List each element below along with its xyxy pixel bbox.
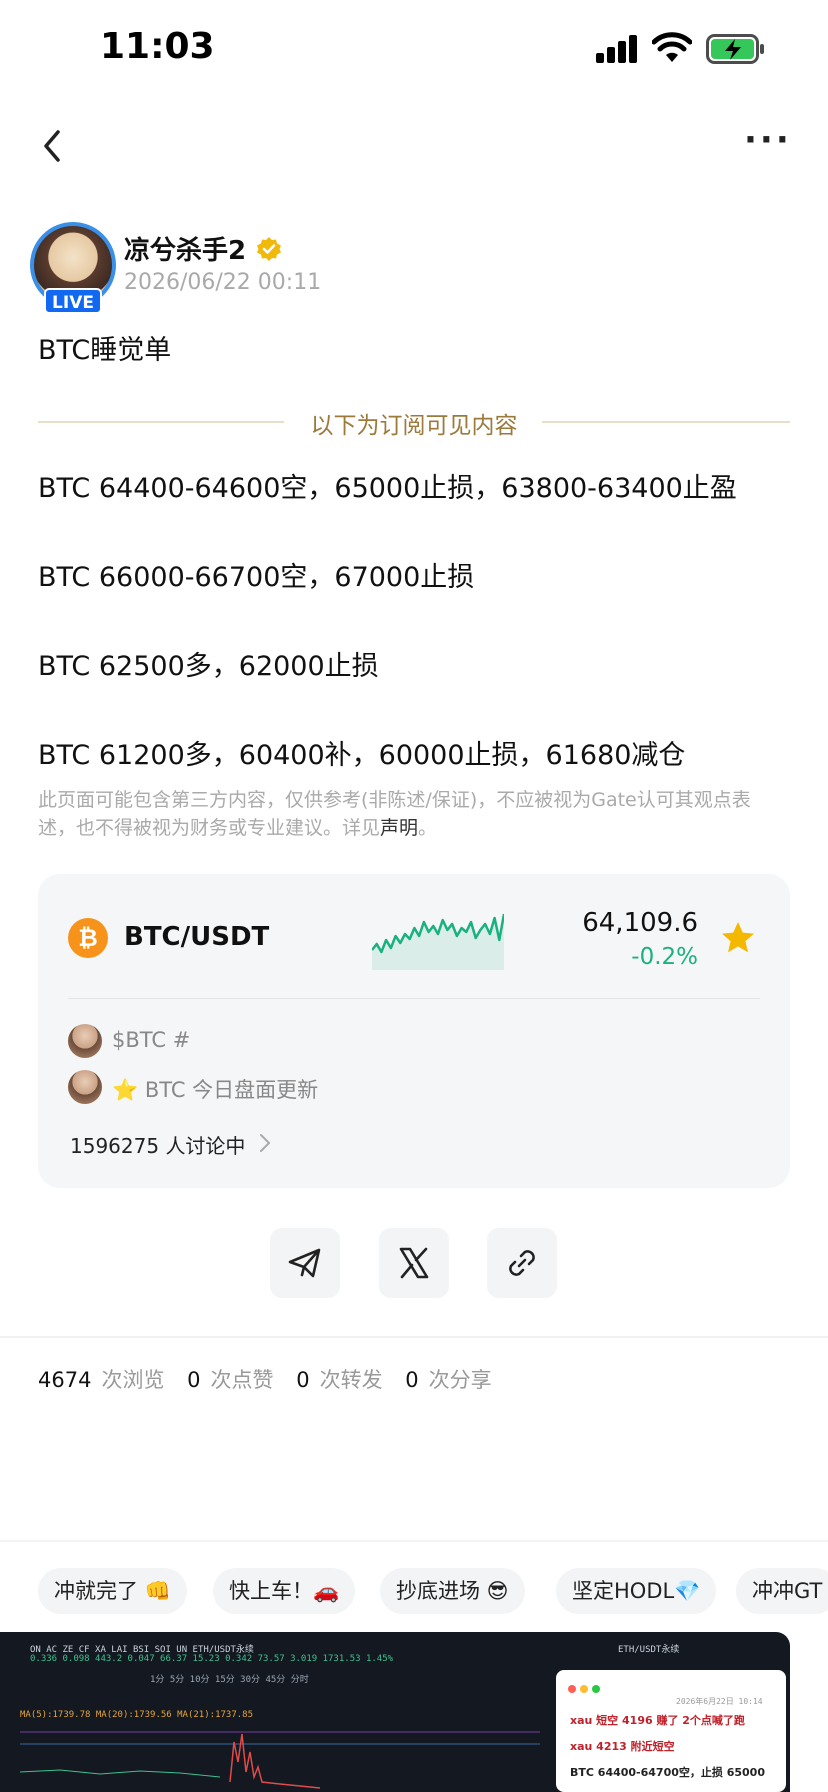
discussion-number: 1596275 (70, 1134, 160, 1158)
ticker-card[interactable]: ₿ BTC/USDT 64,109.6 -0.2% $BTC # ⭐ BTC 今… (38, 874, 790, 1188)
back-button[interactable] (36, 126, 70, 166)
topic-avatar (68, 1024, 102, 1058)
preview-right-title: ETH/USDT永续 (618, 1645, 680, 1655)
topic-tag[interactable]: $BTC # (112, 1028, 190, 1052)
disclaimer-end: 。 (418, 817, 438, 839)
preview-ma-row: MA(5):1739.78 MA(20):1739.56 MA(21):1737… (20, 1710, 253, 1720)
quick-reaction-chip[interactable]: 冲冲GT (736, 1568, 828, 1614)
likes-count: 0 (187, 1368, 201, 1392)
share-x-button[interactable] (379, 1228, 449, 1298)
copy-link-button[interactable] (487, 1228, 557, 1298)
quick-reaction-chip[interactable]: 快上车！🚗 (213, 1568, 356, 1614)
panel-note-line: BTC 64400-64700空，止损 65000 (570, 1766, 765, 1779)
discussion-count[interactable]: 1596275 人讨论中 (70, 1130, 245, 1159)
card-separator (68, 998, 760, 999)
preview-note-panel: 2026年6月22日 10:14 xau 短空 4196 赚了 2个点喊了跑 x… (556, 1670, 786, 1792)
divider-right (542, 421, 790, 423)
views-count: 4674 (38, 1368, 92, 1392)
link-icon (509, 1250, 535, 1276)
star-emoji-icon: ⭐ (112, 1078, 139, 1102)
share-telegram-button[interactable] (270, 1228, 340, 1298)
x-icon (399, 1247, 429, 1279)
preview-candles (20, 1731, 540, 1789)
status-time: 11:03 (100, 26, 215, 67)
quick-reaction-chip[interactable]: 冲就完了 👊 (38, 1568, 187, 1614)
subscriber-divider-label: 以下为订阅可见内容 (310, 413, 518, 439)
ticker-change: -0.2% (631, 944, 698, 970)
disclaimer-link[interactable]: 声明 (380, 817, 418, 839)
post-line: BTC 62500多，62000止损 (38, 651, 379, 682)
verified-badge-icon (257, 237, 281, 261)
post-line: BTC 61200多，60400补，60000止损，61680减仓 (38, 740, 686, 771)
ticker-pair: BTC/USDT (124, 922, 270, 952)
sparkline-area (372, 914, 504, 970)
price-sparkline (372, 913, 504, 970)
panel-date: 2026年6月22日 10:14 (676, 1697, 763, 1706)
preview-values-row: 0.336 0.098 443.2 0.047 66.37 15.23 0.34… (30, 1654, 394, 1664)
status-bar: 11:03 (0, 0, 828, 100)
favorite-star-icon[interactable] (720, 920, 756, 956)
panel-note-line: xau 短空 4196 赚了 2个点喊了跑 (570, 1714, 745, 1727)
reposts-count: 0 (296, 1368, 310, 1392)
live-badge: LIVE (44, 288, 102, 314)
more-options-button[interactable]: ··· (744, 123, 792, 166)
post-title: BTC睡觉单 (38, 335, 172, 366)
disclaimer: 此页面可能包含第三方内容，仅供参考(非陈述/保证)，不应被视为Gate认可其观点… (38, 786, 778, 842)
shares-count: 0 (405, 1368, 419, 1392)
preview-tabs-row: 1分 5分 10分 15分 30分 45分 分时 (150, 1675, 309, 1685)
section-separator (0, 1540, 828, 1542)
telegram-icon (288, 1248, 321, 1278)
window-controls (568, 1678, 604, 1697)
discussion-label: 人讨论中 (165, 1134, 246, 1158)
attached-image-preview[interactable]: ON AC ZE CF XA LAI BSI SOI UN ETH/USDT永续… (0, 1632, 790, 1792)
post-stats: 4674 次浏览 0 次点赞 0 次转发 0 次分享 (38, 1364, 508, 1394)
chevron-right-icon (260, 1134, 271, 1152)
likes-label: 次点赞 (210, 1368, 274, 1392)
topic-tag[interactable]: ⭐ BTC 今日盘面更新 (112, 1074, 318, 1104)
bitcoin-icon: ₿ (68, 918, 108, 958)
topic-avatar (68, 1070, 102, 1104)
post-line: BTC 64400-64600空，65000止损，63800-63400止盈 (38, 473, 737, 504)
author-avatar[interactable]: LIVE (30, 222, 116, 314)
post-line: BTC 66000-66700空，67000止损 (38, 562, 475, 593)
topic-label: BTC 今日盘面更新 (144, 1078, 319, 1102)
reposts-label: 次转发 (319, 1368, 383, 1392)
shares-label: 次分享 (428, 1368, 492, 1392)
author-name[interactable]: 凉兮杀手2 (124, 230, 246, 267)
post-timestamp: 2026/06/22 00:11 (124, 270, 322, 295)
ticker-price: 64,109.6 (582, 908, 698, 938)
wifi-icon (652, 32, 692, 62)
panel-note-line: xau 4213 附近短空 (570, 1740, 675, 1753)
views-label: 次浏览 (101, 1368, 165, 1392)
cellular-signal-icon (596, 33, 640, 63)
battery-charging-icon (706, 34, 764, 64)
quick-reaction-chip[interactable]: 坚定HODL💎 (556, 1568, 717, 1614)
section-separator (0, 1336, 828, 1338)
quick-reaction-chip[interactable]: 抄底进场 😎 (380, 1568, 525, 1614)
